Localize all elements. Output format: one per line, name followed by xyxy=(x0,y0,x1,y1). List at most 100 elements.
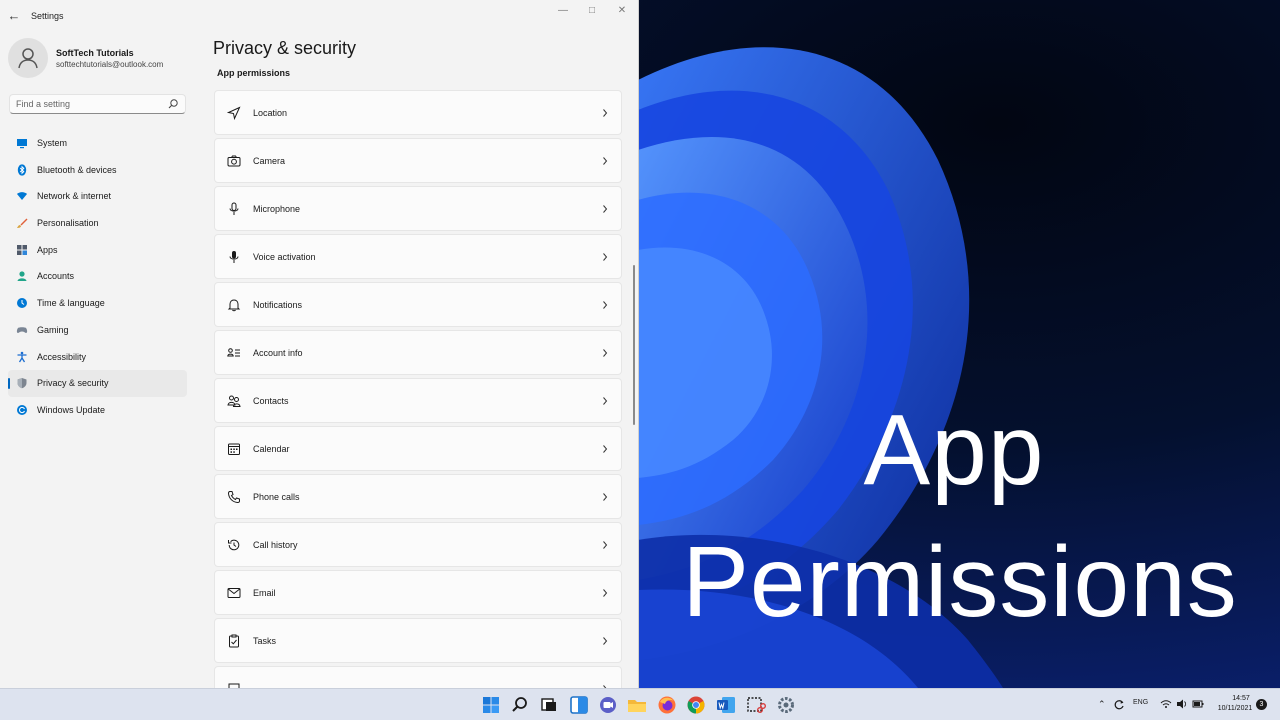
permission-label: Tasks xyxy=(253,636,277,646)
close-button[interactable]: ✕ xyxy=(608,4,636,18)
file-explorer-icon[interactable] xyxy=(626,694,648,716)
permission-email[interactable]: Email xyxy=(214,570,622,615)
battery-plug-icon[interactable] xyxy=(1192,698,1206,710)
chevron-right-icon xyxy=(603,157,608,165)
permission-label: Calendar xyxy=(253,444,290,454)
permission-contacts[interactable]: Contacts xyxy=(214,378,622,423)
permission-label: Phone calls xyxy=(253,492,300,502)
firefox-icon[interactable] xyxy=(656,694,678,716)
person-icon xyxy=(18,48,38,69)
taskbar: ⌃ ENG 14:57 10/11/2021 3 xyxy=(0,688,1280,720)
permission-location[interactable]: Location xyxy=(214,90,622,135)
teams-chat-icon[interactable] xyxy=(597,694,619,716)
start-icon[interactable] xyxy=(480,694,502,716)
calendar-icon xyxy=(228,443,240,455)
scrollbar[interactable] xyxy=(633,265,635,425)
permission-label: Account info xyxy=(253,348,303,358)
phone-icon xyxy=(227,491,240,504)
sync-icon[interactable] xyxy=(1113,698,1125,710)
bell-icon xyxy=(227,299,241,312)
minimize-button[interactable]: — xyxy=(549,4,577,18)
show-hidden-icons-icon[interactable]: ⌃ xyxy=(1098,699,1106,710)
permission-label: Email xyxy=(253,588,276,598)
permission-voice-activation[interactable]: Voice activation xyxy=(214,234,622,279)
search-box[interactable] xyxy=(9,94,186,114)
overlay-title-line1: App xyxy=(863,394,1045,506)
sidebar-item-label: Bluetooth & devices xyxy=(37,164,117,175)
sidebar-item-gaming[interactable]: Gaming xyxy=(8,317,187,344)
overlay-title-line2: Permissions xyxy=(682,526,1238,638)
permission-microphone[interactable]: Microphone xyxy=(214,186,622,231)
tasks-icon xyxy=(229,634,239,648)
sidebar-item-network-and-internet[interactable]: Network & internet xyxy=(8,183,187,210)
chrome-icon[interactable] xyxy=(685,694,707,716)
search-input[interactable] xyxy=(16,98,161,110)
snipping-tool-icon[interactable] xyxy=(745,694,767,716)
gamepad-icon xyxy=(16,327,28,333)
search-icon[interactable] xyxy=(167,98,179,110)
permission-account-info[interactable]: Account info xyxy=(214,330,622,375)
update-icon xyxy=(17,404,27,415)
permission-messaging[interactable] xyxy=(214,666,622,688)
maximize-button[interactable]: □ xyxy=(578,4,606,18)
word-icon[interactable] xyxy=(715,694,737,716)
chevron-right-icon xyxy=(603,493,608,501)
clock-date[interactable]: 10/11/2021 xyxy=(1214,705,1256,712)
permission-label: Notifications xyxy=(253,300,303,310)
settings-window: ← Settings — □ ✕ SoftTech Tutorials soft… xyxy=(0,0,639,688)
sidebar-item-time-and-language[interactable]: Time & language xyxy=(8,290,187,317)
profile-email: softtechtutorials@outlook.com xyxy=(56,60,164,69)
permission-call-history[interactable]: Call history xyxy=(214,522,622,567)
settings-icon[interactable] xyxy=(775,694,797,716)
history-icon xyxy=(228,539,240,551)
chevron-right-icon xyxy=(603,397,608,405)
permission-phone-calls[interactable]: Phone calls xyxy=(214,474,622,519)
chevron-right-icon xyxy=(603,445,608,453)
voice-activation-icon xyxy=(229,251,239,263)
sidebar-item-system[interactable]: System xyxy=(8,130,187,157)
chevron-right-icon xyxy=(603,637,608,645)
language-indicator[interactable]: ENG xyxy=(1133,699,1148,706)
account-info-icon xyxy=(227,348,240,357)
sidebar-item-apps[interactable]: Apps xyxy=(8,237,187,264)
sidebar-item-personalisation[interactable]: Personalisation xyxy=(8,210,187,237)
wifi-icon xyxy=(17,192,27,201)
permission-tasks[interactable]: Tasks xyxy=(214,618,622,663)
wifi-icon[interactable] xyxy=(1160,698,1172,710)
chevron-right-icon xyxy=(603,205,608,213)
permission-label: Voice activation xyxy=(253,252,316,262)
sidebar-item-label: Windows Update xyxy=(37,404,106,415)
microphone-icon xyxy=(229,202,239,215)
bluetooth-icon xyxy=(17,164,27,176)
mail-icon xyxy=(227,588,241,598)
sidebar-item-accessibility[interactable]: Accessibility xyxy=(8,344,187,371)
permission-calendar[interactable]: Calendar xyxy=(214,426,622,471)
permission-notifications[interactable]: Notifications xyxy=(214,282,622,327)
widgets-icon[interactable] xyxy=(568,694,590,716)
sidebar-item-label: Privacy & security xyxy=(37,378,109,389)
sidebar-item-label: System xyxy=(37,138,68,148)
globe-clock-icon xyxy=(17,298,27,309)
sidebar-item-label: Time & language xyxy=(37,298,105,309)
chevron-right-icon xyxy=(603,541,608,549)
back-button[interactable]: ← xyxy=(6,8,22,24)
avatar xyxy=(8,38,48,78)
notification-badge[interactable]: 3 xyxy=(1256,699,1267,710)
sidebar-item-label: Accessibility xyxy=(37,351,87,362)
monitor-icon xyxy=(17,139,27,149)
sidebar-item-bluetooth-and-devices[interactable]: Bluetooth & devices xyxy=(8,157,187,184)
sidebar-item-privacy-and-security[interactable]: Privacy & security xyxy=(8,370,187,397)
permission-camera[interactable]: Camera xyxy=(214,138,622,183)
permission-label: Camera xyxy=(253,156,286,166)
shield-icon xyxy=(17,378,27,389)
user-profile[interactable]: SoftTech Tutorials softtechtutorials@out… xyxy=(8,38,198,78)
chevron-right-icon xyxy=(603,589,608,597)
task-view-icon[interactable] xyxy=(538,694,560,716)
sidebar-item-windows-update[interactable]: Windows Update xyxy=(8,397,187,424)
chevron-right-icon xyxy=(603,349,608,357)
permission-label: Contacts xyxy=(253,396,289,406)
sidebar-item-accounts[interactable]: Accounts xyxy=(8,263,187,290)
volume-icon[interactable] xyxy=(1176,698,1188,710)
clock-time[interactable]: 14:57 xyxy=(1226,695,1256,702)
search-icon[interactable] xyxy=(509,694,531,716)
